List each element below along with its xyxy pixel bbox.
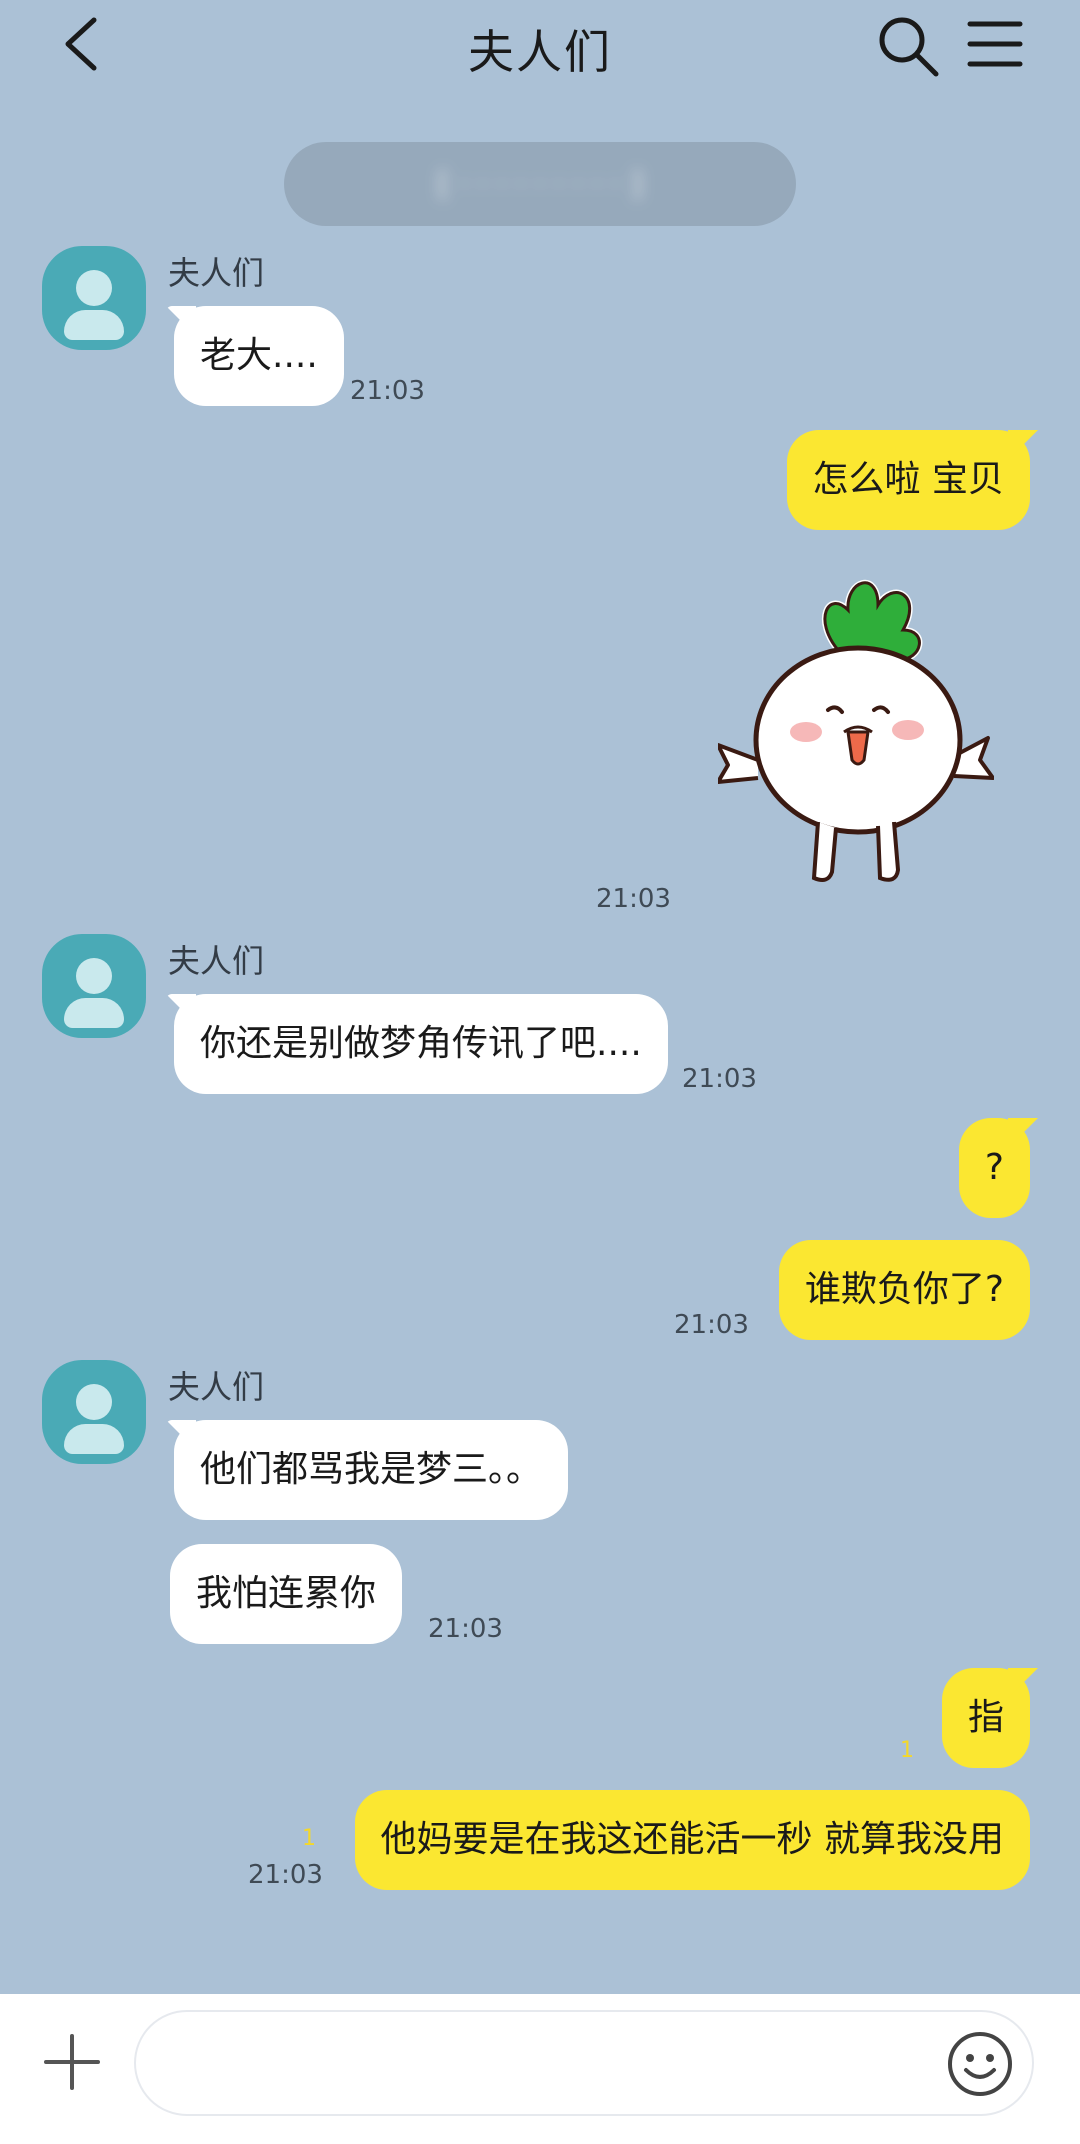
- message-time: 21:03: [248, 1860, 323, 1890]
- avatar-head-icon: [76, 958, 112, 994]
- outgoing-message-bubble[interactable]: 谁欺负你了?: [778, 1240, 1030, 1340]
- sender-avatar[interactable]: [42, 934, 146, 1038]
- outgoing-message-bubble[interactable]: ?: [958, 1118, 1030, 1218]
- message-time: 21:03: [674, 1310, 749, 1340]
- unread-count: 1: [302, 1826, 316, 1851]
- avatar-head-icon: [76, 1384, 112, 1420]
- incoming-message-bubble[interactable]: 你还是别做梦角传讯了吧....: [174, 994, 668, 1094]
- sender-name: 夫人们: [168, 942, 265, 980]
- search-icon[interactable]: [876, 14, 940, 78]
- message-input[interactable]: [134, 2010, 1034, 2116]
- plus-icon[interactable]: [42, 2032, 102, 2092]
- sender-name: 夫人们: [168, 254, 265, 292]
- sender-name: 夫人们: [168, 1368, 265, 1406]
- radish-sticker-icon[interactable]: [718, 560, 994, 900]
- incoming-message-bubble[interactable]: 我怕连累你: [170, 1544, 403, 1644]
- menu-icon[interactable]: [966, 18, 1024, 70]
- sender-avatar[interactable]: [42, 1360, 146, 1464]
- unread-count: 1: [900, 1738, 914, 1763]
- incoming-message-bubble[interactable]: 老大....: [174, 306, 344, 406]
- outgoing-message-bubble[interactable]: 指: [941, 1668, 1030, 1768]
- message-time: 21:03: [428, 1614, 503, 1644]
- incoming-message-bubble[interactable]: 他们都骂我是梦三。。: [174, 1420, 569, 1520]
- avatar-body-icon: [64, 310, 124, 340]
- avatar-head-icon: [76, 270, 112, 306]
- outgoing-message-bubble[interactable]: 怎么啦 宝贝: [786, 430, 1030, 530]
- sender-avatar[interactable]: [42, 246, 146, 350]
- message-time: 21:03: [682, 1064, 757, 1094]
- outgoing-message-bubble[interactable]: 他妈要是在我这还能活一秒 就算我没用: [354, 1790, 1030, 1890]
- avatar-body-icon: [64, 1424, 124, 1454]
- group-notice-pill[interactable]: [ · · · · · · · · · ]: [284, 142, 796, 226]
- message-time: 21:03: [596, 884, 671, 914]
- avatar-body-icon: [64, 998, 124, 1028]
- notice-text: [ · · · · · · · · · ]: [437, 166, 643, 202]
- message-time: 21:03: [350, 376, 425, 406]
- emoji-icon[interactable]: [946, 2030, 1014, 2098]
- message-input-bar: [0, 1994, 1080, 2144]
- chat-header: 夫人们: [0, 0, 1080, 100]
